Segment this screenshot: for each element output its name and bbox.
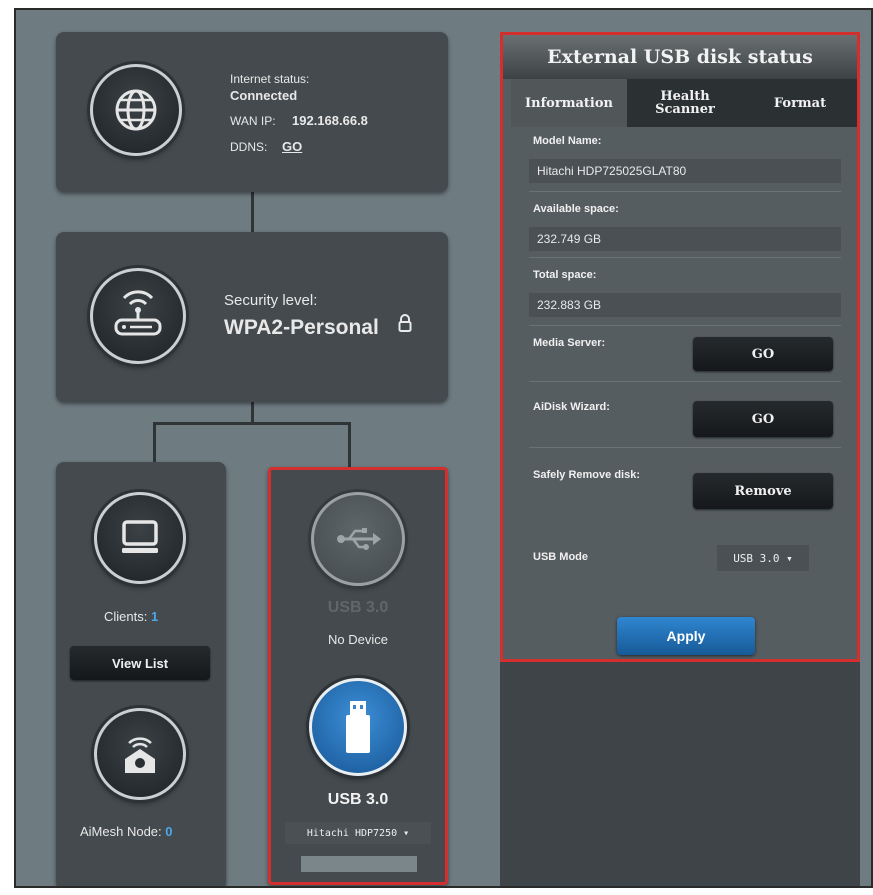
aidisk-wizard-go-button[interactable]: GO bbox=[693, 401, 833, 437]
view-list-button[interactable]: View List bbox=[70, 646, 210, 680]
aimesh-label: AiMesh Node: 0 bbox=[80, 824, 173, 839]
total-space-label: Total space: bbox=[533, 269, 597, 281]
aimesh-count: 0 bbox=[165, 824, 173, 839]
tab-health-scanner[interactable]: Health Scanner bbox=[627, 79, 743, 127]
usb-mode-select[interactable]: USB 3.0 ▾ bbox=[717, 545, 809, 571]
internet-status-label: Internet status: bbox=[230, 72, 310, 86]
media-server-label: Media Server: bbox=[533, 337, 606, 349]
security-level-label: Security level: bbox=[224, 292, 318, 309]
ddns-go-link[interactable]: GO bbox=[282, 139, 302, 154]
usb-slot-1-label: USB 3.0 bbox=[327, 599, 389, 616]
clients-count: 1 bbox=[150, 609, 159, 624]
divider bbox=[529, 325, 841, 326]
available-space-label: Available space: bbox=[533, 203, 619, 215]
divider bbox=[529, 257, 841, 258]
apply-button[interactable]: Apply bbox=[617, 617, 755, 655]
aimesh-node-icon bbox=[94, 708, 186, 800]
aidisk-wizard-label: AiDisk Wizard: bbox=[533, 401, 610, 413]
usb-symbol-icon[interactable] bbox=[311, 492, 405, 586]
divider bbox=[529, 381, 841, 382]
router-network-map: Internet status: Connected WAN IP: 192.1… bbox=[14, 8, 873, 888]
usb-slot-2-label: USB 3.0 bbox=[327, 791, 389, 808]
remove-disk-button[interactable]: Remove bbox=[693, 473, 833, 509]
tab-health-scanner-label: Health Scanner bbox=[655, 89, 715, 117]
usb-slot-1-status: No Device bbox=[328, 632, 388, 647]
safely-remove-label: Safely Remove disk: bbox=[533, 469, 640, 481]
usb-mode-label: USB Mode bbox=[533, 551, 588, 563]
aimesh-label-text: AiMesh Node: bbox=[80, 824, 162, 839]
clients-card[interactable]: Clients: 1 View List AiMesh Node: 0 bbox=[56, 462, 226, 886]
connector-line bbox=[153, 422, 351, 425]
connector-line bbox=[153, 422, 156, 462]
panel-background bbox=[500, 662, 860, 886]
router-wifi-icon bbox=[90, 268, 186, 364]
connector-line bbox=[348, 422, 351, 467]
usb-progress-bar bbox=[301, 856, 417, 872]
usb-card[interactable]: USB 3.0 No Device USB 3.0 Hitachi HDP725… bbox=[268, 467, 448, 885]
connector-line bbox=[251, 192, 254, 232]
clients-label: Clients: 1 bbox=[104, 609, 158, 624]
monitor-icon bbox=[94, 492, 186, 584]
panel-title: External USB disk status bbox=[503, 35, 857, 79]
security-level-value: WPA2-Personal bbox=[224, 316, 379, 339]
ddns-label: DDNS: bbox=[230, 140, 268, 154]
internet-globe-icon bbox=[90, 64, 182, 156]
model-name-value: Hitachi HDP725025GLAT80 bbox=[529, 159, 841, 183]
divider bbox=[529, 191, 841, 192]
media-server-go-button[interactable]: GO bbox=[693, 337, 833, 371]
security-card[interactable]: Security level: WPA2-Personal bbox=[56, 232, 448, 402]
internet-status-value: Connected bbox=[230, 88, 298, 103]
usb-drive-icon[interactable] bbox=[309, 678, 407, 776]
total-space-value: 232.883 GB bbox=[529, 293, 841, 317]
clients-label-text: Clients: bbox=[104, 609, 148, 624]
model-name-label: Model Name: bbox=[533, 135, 602, 147]
usb-disk-status-panel: External USB disk status Information Hea… bbox=[500, 32, 860, 662]
wan-ip-value: 192.168.66.8 bbox=[292, 113, 368, 128]
usb-device-select[interactable]: Hitachi HDP7250 ▾ bbox=[285, 822, 431, 844]
tab-information[interactable]: Information bbox=[511, 79, 627, 127]
available-space-value: 232.749 GB bbox=[529, 227, 841, 251]
internet-status-card[interactable]: Internet status: Connected WAN IP: 192.1… bbox=[56, 32, 448, 192]
tab-format[interactable]: Format bbox=[743, 79, 857, 127]
connector-line bbox=[251, 402, 254, 424]
lock-icon bbox=[398, 314, 412, 337]
divider bbox=[529, 447, 841, 448]
wan-ip-label: WAN IP: bbox=[230, 114, 276, 128]
